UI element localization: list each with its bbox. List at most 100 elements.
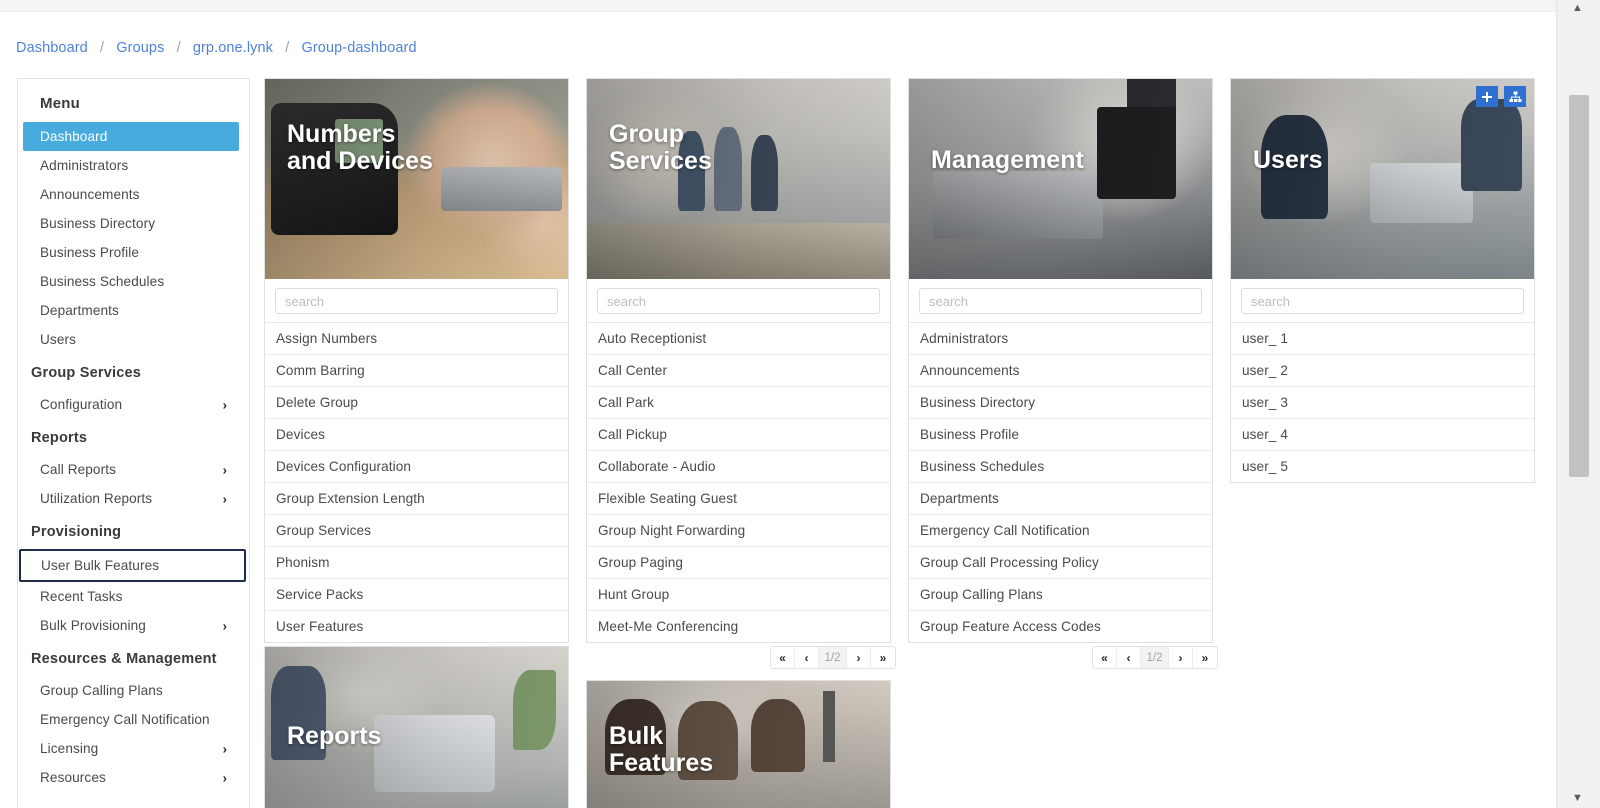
sidebar-entry-list: Dashboard Administrators Announcements Busi… [18,122,249,792]
sidebar-item-users[interactable]: Users [18,325,249,354]
add-icon[interactable] [1476,86,1498,107]
breadcrumb-separator: / [176,40,181,56]
pagination-last-button[interactable]: » [1193,647,1217,668]
sitemap-icon[interactable] [1504,86,1526,107]
list-item[interactable]: Flexible Seating Guest [587,483,890,515]
sidebar-item-utilization-reports[interactable]: Utilization Reports › [18,484,249,513]
list-item[interactable]: user_ 3 [1231,387,1534,419]
list-item[interactable]: Devices [265,419,568,451]
sidebar-item-label: Administrators [40,158,129,173]
list-item[interactable]: Group Night Forwarding [587,515,890,547]
scrollbar-thumb[interactable] [1569,95,1589,477]
list-item[interactable]: Assign Numbers [265,323,568,355]
card-search-wrapper [265,279,568,322]
sidebar-item-announcements[interactable]: Announcements [18,180,249,209]
list-item[interactable]: Call Pickup [587,419,890,451]
pagination-page-indicator: 1/2 [819,647,847,668]
sidebar-item-administrators[interactable]: Administrators [18,151,249,180]
scroll-down-arrow[interactable]: ▼ [1572,792,1583,804]
sidebar-item-business-profile[interactable]: Business Profile [18,238,249,267]
list-item[interactable]: user_ 4 [1231,419,1534,451]
sidebar-item-recent-tasks[interactable]: Recent Tasks [18,582,249,611]
card-header-actions [1476,86,1526,107]
list-item[interactable]: Business Directory [909,387,1212,419]
list-item[interactable]: Call Park [587,387,890,419]
sidebar-item-emergency-call-notification[interactable]: Emergency Call Notification [18,705,249,734]
pagination-prev-button[interactable]: ‹ [795,647,819,668]
list-item[interactable]: Group Feature Access Codes [909,611,1212,642]
sidebar-section-reports: Reports [31,430,88,446]
breadcrumb-item-dashboard[interactable]: Dashboard [16,40,88,56]
card-title: Bulk Features [609,722,714,777]
search-input[interactable] [597,288,880,314]
chevron-right-icon: › [222,397,227,412]
sidebar-item-licensing[interactable]: Licensing › [18,734,249,763]
breadcrumb: Dashboard / Groups / grp.one.lynk / Grou… [16,40,417,56]
search-input[interactable] [919,288,1202,314]
meeting-photo-backdrop [587,79,890,279]
list-item[interactable]: Emergency Call Notification [909,515,1212,547]
search-input[interactable] [1241,288,1524,314]
list-item[interactable]: Announcements [909,355,1212,387]
sidebar-item-call-reports[interactable]: Call Reports › [18,455,249,484]
list-item[interactable]: Hunt Group [587,579,890,611]
list-item[interactable]: Call Center [587,355,890,387]
sidebar-item-dashboard[interactable]: Dashboard [23,122,239,151]
list-item[interactable]: Group Services [265,515,568,547]
card-item-list: Administrators Announcements Business Dire… [909,322,1212,642]
list-item[interactable]: Collaborate - Audio [587,451,890,483]
list-item[interactable]: Comm Barring [265,355,568,387]
sidebar-item-label: Announcements [40,187,140,202]
breadcrumb-item-group-id[interactable]: grp.one.lynk [193,40,273,56]
list-item[interactable]: Business Profile [909,419,1212,451]
card-bulk-features: Bulk Features [586,680,891,808]
pagination-prev-button[interactable]: ‹ [1117,647,1141,668]
phone-photo-backdrop [265,79,568,279]
list-item[interactable]: user_ 5 [1231,451,1534,482]
sidebar-item-label: Configuration [40,397,123,412]
sidebar-item-configuration[interactable]: Configuration › [18,390,249,419]
sidebar-item-user-bulk-features[interactable]: User Bulk Features [19,549,246,582]
sidebar-item-departments[interactable]: Departments [18,296,249,325]
sidebar-item-business-schedules[interactable]: Business Schedules [18,267,249,296]
tablet-photo-backdrop [1231,79,1534,279]
list-item[interactable]: Departments [909,483,1212,515]
list-item[interactable]: Group Call Processing Policy [909,547,1212,579]
sidebar-section-resources-management: Resources & Management [31,651,217,667]
list-item[interactable]: Group Paging [587,547,890,579]
list-item[interactable]: Phonism [265,547,568,579]
sidebar-title: Menu [40,95,80,112]
sidebar-item-label: Business Schedules [40,274,165,289]
list-item[interactable]: user_ 1 [1231,323,1534,355]
pagination-first-button[interactable]: « [771,647,795,668]
list-item[interactable]: Service Packs [265,579,568,611]
laptop-photo-backdrop [909,79,1212,279]
page-scrollbar[interactable]: ▲ ▼ [1556,0,1600,808]
sidebar-item-business-directory[interactable]: Business Directory [18,209,249,238]
pagination-last-button[interactable]: » [871,647,895,668]
list-item[interactable]: user_ 2 [1231,355,1534,387]
list-item[interactable]: Devices Configuration [265,451,568,483]
list-item[interactable]: Administrators [909,323,1212,355]
list-item[interactable]: Group Extension Length [265,483,568,515]
list-item[interactable]: Meet-Me Conferencing [587,611,890,642]
scroll-up-arrow[interactable]: ▲ [1572,2,1583,14]
breadcrumb-item-group-dashboard[interactable]: Group-dashboard [301,40,416,56]
sidebar-item-resources[interactable]: Resources › [18,763,249,792]
breadcrumb-separator: / [99,40,105,56]
pagination-next-button[interactable]: › [847,647,871,668]
breadcrumb-item-groups[interactable]: Groups [116,40,164,56]
pagination-next-button[interactable]: › [1169,647,1193,668]
sidebar-section-group-services: Group Services [31,365,141,381]
list-item[interactable]: Group Calling Plans [909,579,1212,611]
pagination-page-indicator: 1/2 [1141,647,1169,668]
search-input[interactable] [275,288,558,314]
sidebar-item-group-calling-plans[interactable]: Group Calling Plans [18,676,249,705]
list-item[interactable]: Auto Receptionist [587,323,890,355]
list-item[interactable]: Delete Group [265,387,568,419]
pagination-first-button[interactable]: « [1093,647,1117,668]
sidebar-item-bulk-provisioning[interactable]: Bulk Provisioning › [18,611,249,640]
card-title: Numbers and Devices [287,120,433,175]
list-item[interactable]: Business Schedules [909,451,1212,483]
list-item[interactable]: User Features [265,611,568,642]
